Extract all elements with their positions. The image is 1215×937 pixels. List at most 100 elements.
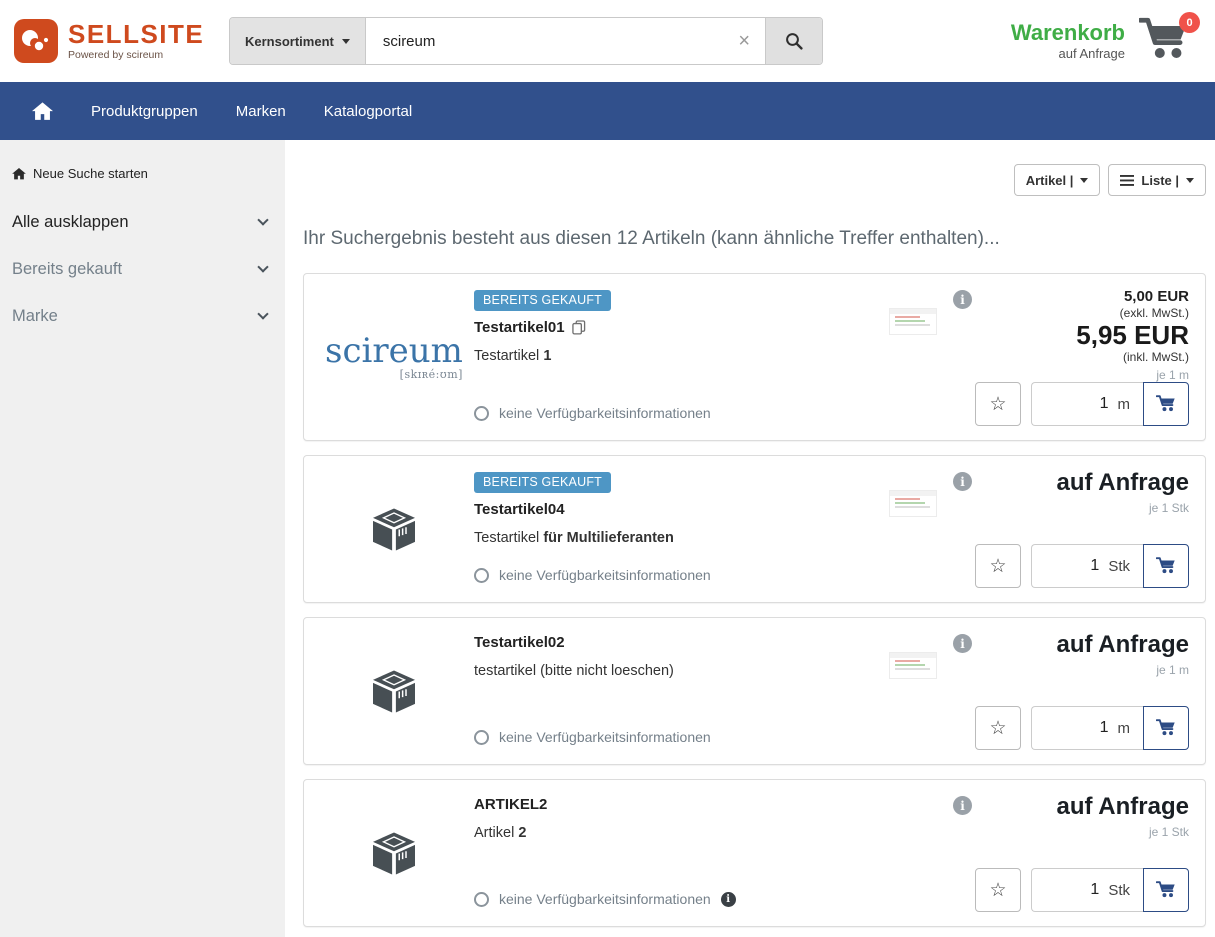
quantity-cart-group: m <box>1031 382 1189 426</box>
caret-down-icon <box>1186 178 1194 183</box>
favorite-button[interactable]: ☆ <box>975 706 1021 750</box>
main-nav: Produktgruppen Marken Katalogportal <box>0 82 1215 140</box>
price-block-on-request: auf Anfrage je 1 Stk <box>1057 470 1189 514</box>
product-thumbnail[interactable] <box>889 652 937 679</box>
availability-info-icon[interactable]: i <box>721 892 736 907</box>
filter-marke[interactable]: Marke <box>12 307 269 326</box>
nav-item-katalogportal[interactable]: Katalogportal <box>324 103 412 120</box>
add-to-cart-button[interactable] <box>1143 868 1189 912</box>
scireum-logo-word: scireum <box>325 334 463 368</box>
search-scope-label: Kernsortiment <box>245 34 334 49</box>
filter-bereits-gekauft[interactable]: Bereits gekauft <box>12 260 269 279</box>
cart-icon <box>1156 719 1177 737</box>
chevron-down-icon <box>257 308 268 319</box>
add-to-cart-button[interactable] <box>1143 706 1189 750</box>
quantity-input[interactable] <box>1073 394 1111 414</box>
quantity-unit: Stk <box>1108 882 1130 899</box>
product-image[interactable] <box>314 794 474 912</box>
product-title[interactable]: Testartikel04 <box>474 501 889 518</box>
info-icon[interactable]: i <box>953 796 972 815</box>
price-on-request: auf Anfrage <box>1057 632 1189 658</box>
search-input[interactable] <box>366 18 765 64</box>
quantity-box[interactable]: Stk <box>1031 868 1143 912</box>
favorite-button[interactable]: ☆ <box>975 382 1021 426</box>
thumbnail-detail <box>895 506 930 508</box>
favorite-button[interactable]: ☆ <box>975 544 1021 588</box>
cart-icon <box>1156 557 1177 575</box>
product-title[interactable]: Testartikel01 <box>474 319 889 336</box>
new-search-link[interactable]: Neue Suche starten <box>12 166 269 181</box>
brand-logo[interactable]: SELLSITE Powered by scireum <box>14 19 202 63</box>
page-body: Neue Suche starten Alle ausklappen Berei… <box>0 140 1215 937</box>
thumbnail-detail <box>890 309 936 314</box>
liste-view-button[interactable]: Liste | <box>1108 164 1206 196</box>
sellsite-logo-icon <box>14 19 58 63</box>
price-on-request: auf Anfrage <box>1057 470 1189 496</box>
copy-icon[interactable] <box>572 320 586 335</box>
favorite-button[interactable]: ☆ <box>975 868 1021 912</box>
filter-alle-ausklappen[interactable]: Alle ausklappen <box>12 213 269 232</box>
product-card: BEREITS GEKAUFT Testartikel04 Testartike… <box>303 455 1206 603</box>
price-block-on-request: auf Anfrage je 1 Stk <box>1057 794 1189 838</box>
filter-sidebar: Neue Suche starten Alle ausklappen Berei… <box>0 140 285 937</box>
product-desc-bold: 1 <box>543 348 551 364</box>
availability-status-icon <box>474 892 489 907</box>
product-title[interactable]: ARTIKEL2 <box>474 796 889 813</box>
info-icon[interactable]: i <box>953 290 972 309</box>
quantity-box[interactable]: Stk <box>1031 544 1143 588</box>
quantity-input[interactable] <box>1073 718 1111 738</box>
product-title-text: Testartikel01 <box>474 319 565 336</box>
star-icon: ☆ <box>989 879 1006 902</box>
nav-home-button[interactable] <box>32 102 53 121</box>
filter-label: Bereits gekauft <box>12 260 122 279</box>
results-list: scireum [skɪʀé:ʊm] BEREITS GEKAUFT Testa… <box>303 273 1206 927</box>
info-icon[interactable]: i <box>953 472 972 491</box>
availability-row: keine Verfügbarkeitsinformationen <box>474 729 889 750</box>
product-card: Testartikel02 testartikel (bitte nicht l… <box>303 617 1206 765</box>
price-per-unit: je 1 m <box>1057 663 1189 677</box>
price-per-unit: je 1 m <box>1076 368 1189 382</box>
product-image[interactable]: scireum [skɪʀé:ʊm] <box>314 288 474 426</box>
info-icon[interactable]: i <box>953 634 972 653</box>
product-desc-bold: 2 <box>518 825 526 841</box>
view-toolbar: Artikel | Liste | <box>303 164 1206 196</box>
artikel-view-button[interactable]: Artikel | <box>1014 164 1101 196</box>
quantity-input[interactable] <box>1063 556 1101 576</box>
product-title[interactable]: Testartikel02 <box>474 634 889 651</box>
quantity-box[interactable]: m <box>1031 706 1143 750</box>
product-image[interactable] <box>314 470 474 588</box>
availability-status-icon <box>474 568 489 583</box>
search-scope-dropdown[interactable]: Kernsortiment <box>230 18 366 64</box>
quantity-box[interactable]: m <box>1031 382 1143 426</box>
product-thumbnail[interactable] <box>889 490 937 517</box>
price-incl-note: (inkl. MwSt.) <box>1076 350 1189 364</box>
thumbnail-detail <box>890 653 936 658</box>
product-desc-normal: Artikel <box>474 825 518 841</box>
price-incl: 5,95 EUR <box>1076 322 1189 349</box>
quantity-input[interactable] <box>1063 880 1101 900</box>
thumbnail-detail <box>895 324 930 326</box>
product-desc-bold: für Multilieferanten <box>543 530 674 546</box>
availability-label: keine Verfügbarkeitsinformationen <box>499 405 711 421</box>
product-thumbnail[interactable] <box>889 308 937 335</box>
add-to-cart-button[interactable] <box>1143 544 1189 588</box>
add-to-cart-button[interactable] <box>1143 382 1189 426</box>
product-image[interactable] <box>314 632 474 750</box>
list-icon <box>1120 175 1134 186</box>
filter-label: Marke <box>12 307 58 326</box>
price-per-unit: je 1 Stk <box>1057 825 1189 839</box>
nav-item-produktgruppen[interactable]: Produktgruppen <box>91 103 198 120</box>
search-submit-button[interactable] <box>765 18 822 64</box>
package-icon <box>370 669 418 714</box>
clear-search-icon[interactable]: × <box>738 31 750 51</box>
price-block-on-request: auf Anfrage je 1 m <box>1057 632 1189 676</box>
home-icon <box>12 168 26 180</box>
product-title-text: Testartikel04 <box>474 501 565 518</box>
results-summary: Ihr Suchergebnis besteht aus diesen 12 A… <box>303 228 1206 250</box>
price-per-unit: je 1 Stk <box>1057 501 1189 515</box>
nav-item-marken[interactable]: Marken <box>236 103 286 120</box>
product-title-text: ARTIKEL2 <box>474 796 547 813</box>
product-description: Testartikel für Multilieferanten <box>474 530 889 546</box>
header-cart[interactable]: Warenkorb auf Anfrage 0 <box>1011 17 1191 65</box>
package-icon <box>370 831 418 876</box>
